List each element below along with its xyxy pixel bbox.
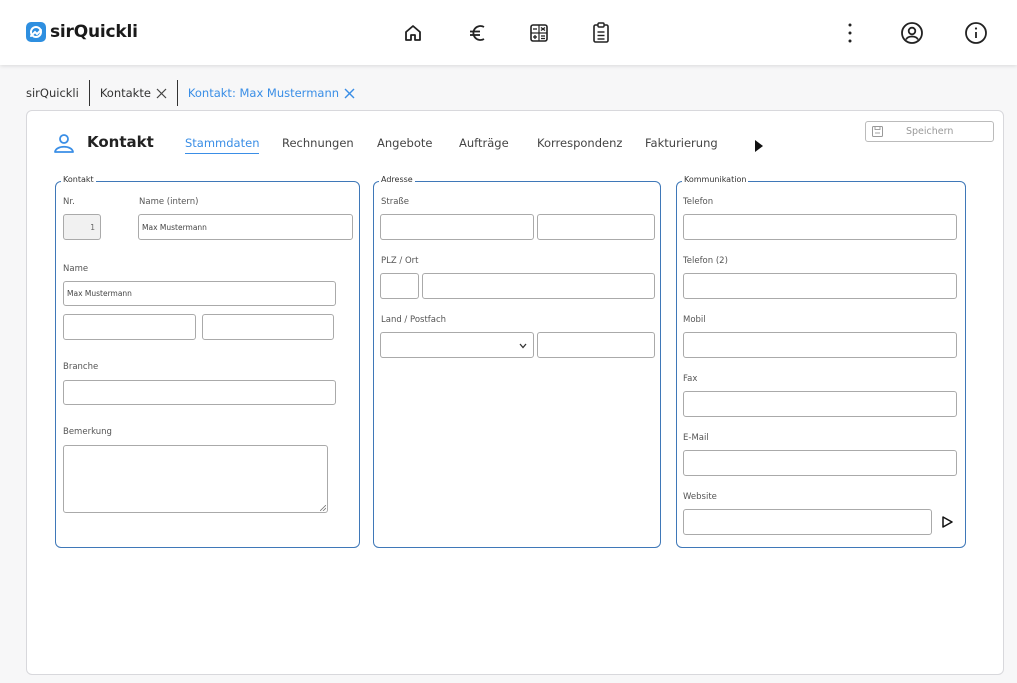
name-intern-field[interactable] [138, 214, 353, 240]
top-bar: sirQuickli [0, 0, 1017, 65]
fax-label: Fax [683, 374, 698, 384]
tab-auftraege[interactable]: Aufträge [459, 136, 509, 150]
more-vertical-icon[interactable] [837, 20, 863, 46]
page-title: Kontakt [87, 133, 154, 151]
name-label: Name [63, 264, 89, 274]
name3-field[interactable] [202, 314, 334, 340]
contact-card: Kontakt Stammdaten Rechnungen Angebote A… [26, 110, 1004, 675]
breadcrumb-divider [88, 80, 90, 106]
kontakt-group: Kontakt Nr. Name (intern) Name Branche B… [55, 175, 360, 548]
bemerkung-field[interactable] [63, 445, 328, 513]
strasse-field[interactable] [380, 214, 534, 240]
telefon2-field[interactable] [683, 273, 957, 299]
name2-field[interactable] [63, 314, 196, 340]
email-label: E-Mail [683, 433, 709, 443]
plz-field[interactable] [380, 273, 419, 299]
tab-rechnungen[interactable]: Rechnungen [282, 136, 354, 150]
bemerkung-label: Bemerkung [63, 427, 112, 437]
calculator-icon[interactable] [526, 20, 552, 46]
name-field[interactable] [63, 281, 336, 306]
tab-angebote[interactable]: Angebote [377, 136, 432, 150]
user-icon [53, 133, 75, 157]
euro-icon[interactable] [465, 20, 491, 46]
breadcrumb: sirQuickli Kontakte Kontakt: Max Musterm… [26, 80, 355, 106]
tab-korrespondenz[interactable]: Korrespondenz [537, 136, 622, 150]
breadcrumb-kontakte[interactable]: Kontakte [100, 80, 167, 106]
adresse-group: Adresse Straße PLZ / Ort Land / Postfach [373, 175, 661, 548]
breadcrumb-kontakt-detail[interactable]: Kontakt: Max Mustermann [188, 80, 355, 106]
branche-field[interactable] [63, 380, 336, 405]
email-field[interactable] [683, 450, 957, 476]
name-intern-label: Name (intern) [139, 197, 199, 207]
breadcrumb-divider [176, 80, 178, 106]
branche-label: Branche [63, 362, 99, 372]
telefon2-label: Telefon (2) [683, 256, 728, 266]
info-icon[interactable] [963, 20, 989, 46]
postfach-field[interactable] [537, 332, 655, 358]
breadcrumb-label: Kontakt: Max Mustermann [187, 86, 340, 100]
hausnummer-field[interactable] [537, 214, 655, 240]
adresse-legend: Adresse [379, 175, 415, 184]
clipboard-icon[interactable] [588, 20, 614, 46]
strasse-label: Straße [381, 197, 410, 207]
breadcrumb-label: Kontakte [99, 86, 151, 100]
nr-label: Nr. [63, 197, 75, 207]
land-postfach-label: Land / Postfach [381, 315, 447, 325]
save-button-label: Speichern [906, 126, 954, 137]
save-button[interactable]: Speichern [865, 121, 994, 142]
kontakt-legend: Kontakt [61, 175, 96, 184]
mobil-label: Mobil [683, 315, 706, 325]
ort-field[interactable] [422, 273, 655, 299]
nr-field [63, 214, 101, 240]
breadcrumb-home[interactable]: sirQuickli [26, 80, 79, 106]
kommunikation-legend: Kommunikation [682, 175, 749, 184]
telefon-label: Telefon [683, 197, 714, 207]
website-label: Website [683, 492, 717, 502]
plz-ort-label: PLZ / Ort [381, 256, 419, 266]
tabs-next-arrow-icon[interactable] [754, 137, 764, 156]
mobil-field[interactable] [683, 332, 957, 358]
brand-logo[interactable]: sirQuickli [26, 22, 138, 42]
logo-icon [26, 22, 46, 42]
fax-field[interactable] [683, 391, 957, 417]
land-select[interactable] [380, 332, 534, 358]
open-website-arrow-icon[interactable] [942, 516, 953, 528]
floppy-disk-icon [872, 126, 883, 140]
close-icon[interactable] [344, 88, 355, 99]
user-circle-icon[interactable] [899, 20, 925, 46]
website-field[interactable] [683, 509, 932, 535]
tab-stammdaten[interactable]: Stammdaten [185, 136, 260, 154]
breadcrumb-label: sirQuickli [26, 86, 79, 100]
home-icon[interactable] [400, 20, 426, 46]
kommunikation-group: Kommunikation Telefon Telefon (2) Mobil … [676, 175, 966, 548]
chevron-down-icon [519, 343, 527, 349]
tab-fakturierung[interactable]: Fakturierung [645, 136, 718, 150]
telefon-field[interactable] [683, 214, 957, 240]
brand-name: sirQuickli [50, 22, 138, 42]
close-icon[interactable] [156, 88, 167, 99]
